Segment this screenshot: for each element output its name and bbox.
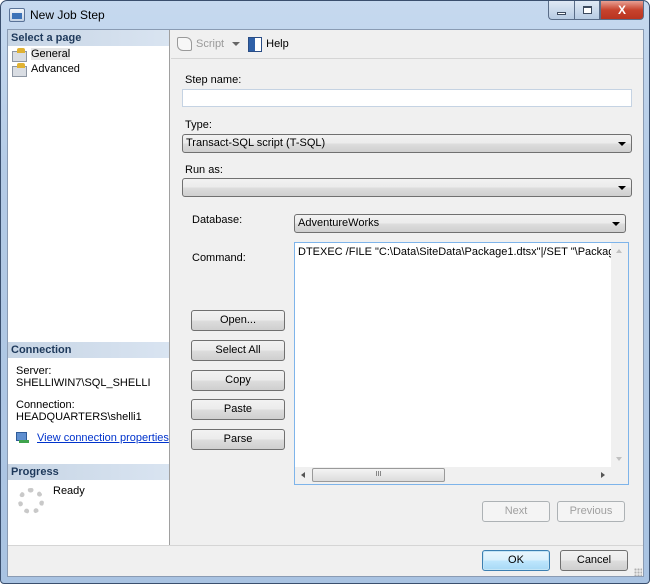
chevron-down-icon [618, 142, 626, 146]
paste-button[interactable]: Paste [191, 399, 285, 420]
script-label: Script [196, 38, 225, 50]
window-app-icon [9, 8, 25, 22]
ok-button[interactable]: OK [482, 550, 550, 571]
sidebar: Select a page General Advanced Connectio… [8, 30, 170, 545]
command-textarea[interactable]: DTEXEC /FILE "C:\Data\SiteData\Package1.… [294, 242, 629, 485]
progress-header: Progress [8, 464, 169, 480]
parse-button[interactable]: Parse [191, 429, 285, 450]
connection-header: Connection [8, 342, 169, 358]
chevron-down-icon [618, 186, 626, 190]
close-button[interactable]: X [600, 1, 644, 20]
dialog-footer: OK Cancel [8, 545, 643, 577]
scrollbar-corner [611, 467, 628, 484]
command-label: Command: [192, 252, 246, 264]
page-item-general[interactable]: General [8, 46, 169, 62]
select-page-header: Select a page [8, 30, 169, 46]
connection-properties-icon [16, 432, 30, 444]
script-dropdown-arrow-icon[interactable] [232, 42, 241, 46]
progress-spinner-icon [18, 488, 44, 514]
script-icon [177, 37, 192, 51]
minimize-icon [557, 11, 566, 15]
page-item-label: Advanced [31, 62, 80, 75]
type-select[interactable]: Transact-SQL script (T-SQL) [182, 134, 632, 153]
close-icon: X [617, 3, 626, 17]
open-button[interactable]: Open... [191, 310, 285, 331]
step-name-label: Step name: [185, 74, 242, 86]
server-value: SHELLIWIN7\SQL_SHELLI [16, 377, 151, 389]
copy-button[interactable]: Copy [191, 370, 285, 391]
connection-value: HEADQUARTERS\shelli1 [16, 411, 142, 423]
scroll-right-icon[interactable] [601, 472, 605, 478]
properties-page-icon [12, 47, 27, 62]
command-horizontal-scrollbar[interactable]: III [295, 467, 611, 484]
next-button[interactable]: Next [482, 501, 550, 522]
database-label: Database: [192, 214, 243, 226]
script-button[interactable]: Script [177, 37, 224, 51]
page-item-advanced[interactable]: Advanced [8, 61, 169, 77]
connection-section: Connection Server: SHELLIWIN7\SQL_SHELLI… [8, 342, 169, 444]
maximize-icon [582, 6, 592, 14]
title-bar: New Job Step X [1, 1, 649, 29]
server-label: Server: [16, 365, 52, 377]
database-select-value: AdventureWorks [298, 217, 380, 229]
scroll-left-icon[interactable] [301, 472, 305, 478]
horizontal-scroll-thumb[interactable]: III [312, 468, 445, 482]
minimize-button[interactable] [548, 1, 574, 20]
select-all-button[interactable]: Select All [191, 340, 285, 361]
run-as-select[interactable] [182, 178, 632, 197]
view-connection-properties-link[interactable]: View connection properties [37, 432, 169, 444]
scroll-up-icon[interactable] [616, 249, 622, 253]
previous-button[interactable]: Previous [557, 501, 625, 522]
progress-section: Progress Ready [8, 464, 169, 530]
window-controls: X [548, 1, 644, 21]
help-label: Help [266, 38, 289, 50]
scroll-down-icon[interactable] [616, 457, 622, 461]
progress-status: Ready [53, 485, 85, 497]
run-as-label: Run as: [185, 164, 223, 176]
cancel-button[interactable]: Cancel [560, 550, 628, 571]
database-select[interactable]: AdventureWorks [294, 214, 626, 233]
connection-label: Connection: [16, 399, 75, 411]
command-text: DTEXEC /FILE "C:\Data\SiteData\Package1.… [298, 246, 612, 258]
properties-page-icon [12, 62, 27, 77]
command-vertical-scrollbar[interactable] [611, 243, 628, 467]
help-button[interactable]: Help [248, 36, 289, 52]
resize-grip-icon[interactable] [634, 568, 642, 576]
maximize-button[interactable] [574, 1, 600, 20]
new-job-step-dialog: New Job Step X Select a page General Adv… [0, 0, 650, 584]
window-title: New Job Step [30, 8, 105, 22]
help-icon [248, 36, 263, 52]
toolbar: Script Help [171, 30, 643, 59]
type-select-value: Transact-SQL script (T-SQL) [186, 137, 326, 149]
dialog-client-area: Select a page General Advanced Connectio… [7, 29, 644, 577]
type-label: Type: [185, 119, 212, 131]
step-name-input[interactable] [182, 89, 632, 107]
page-item-label: General [31, 47, 71, 60]
chevron-down-icon [612, 222, 620, 226]
